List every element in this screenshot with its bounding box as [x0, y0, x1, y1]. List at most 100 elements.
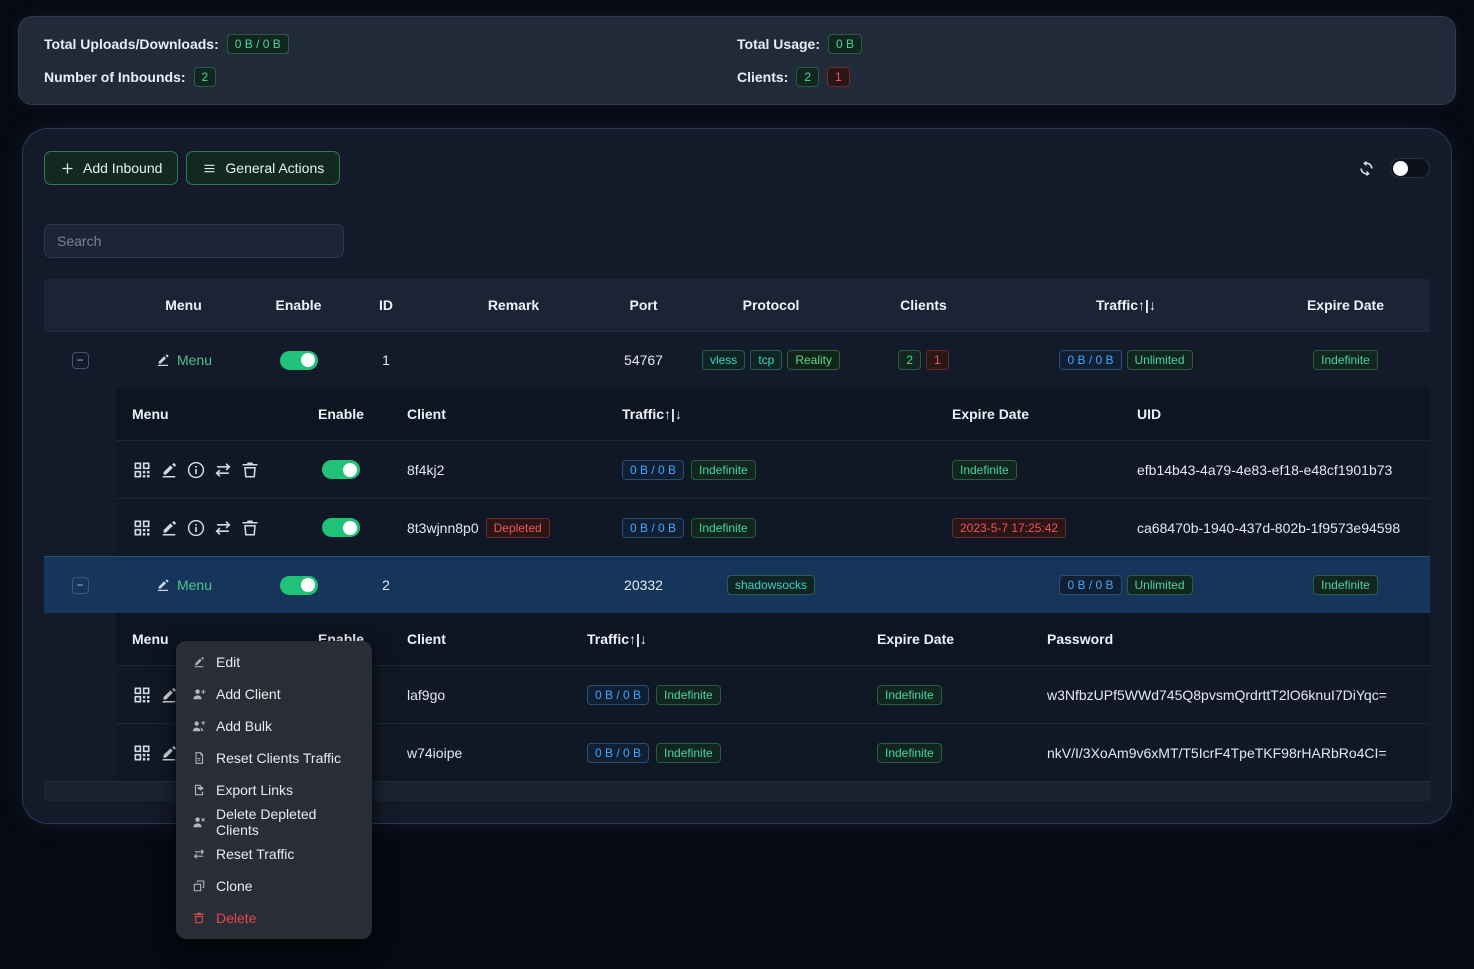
toggle-knob: [301, 353, 315, 367]
menu-item-reset-clients-traffic[interactable]: Reset Clients Traffic: [180, 742, 368, 774]
qr-code-icon[interactable]: [132, 460, 152, 480]
traffic-limit-badge: Unlimited: [1127, 575, 1193, 595]
menu-item-label: Add Client: [216, 686, 281, 702]
column-header-remark: Remark: [426, 297, 601, 313]
stat-uploads-value: 0 B / 0 B: [227, 34, 289, 54]
menu-item-label: Export Links: [216, 782, 293, 798]
client-traffic-limit-badge: Indefinite: [691, 460, 756, 480]
inbound-expire-cell: Indefinite: [1261, 575, 1430, 595]
client-uid: efb14b43-4a79-4e83-ef18-e48cf1901b73: [1121, 462, 1430, 478]
client-name: 8f4kj2: [391, 462, 606, 478]
theme-toggle[interactable]: [1390, 158, 1430, 178]
qr-code-icon[interactable]: [132, 518, 152, 538]
edit-client-icon[interactable]: [159, 518, 179, 538]
client-row: 8t3wjnn8p0 Depleted 0 B / 0 B Indefinite…: [116, 498, 1430, 556]
menu-item-edit[interactable]: Edit: [180, 646, 368, 678]
inbound-id: 2: [346, 577, 426, 593]
menu-item-delete-depleted-clients[interactable]: Delete Depleted Clients: [180, 806, 368, 838]
delete-client-icon[interactable]: [240, 518, 260, 538]
sub-column-traffic-sort[interactable]: Traffic↑|↓: [606, 406, 936, 422]
add-bulk-icon: [192, 719, 206, 733]
inbound-enable-toggle[interactable]: [280, 576, 318, 595]
delete-icon: [192, 911, 206, 925]
toggle-knob: [301, 578, 315, 592]
sub-column-traffic-sort[interactable]: Traffic↑|↓: [571, 631, 861, 647]
client-expire-badge: Indefinite: [877, 743, 942, 763]
column-header-expire-date: Expire Date: [1261, 297, 1430, 313]
client-traffic-badge: 0 B / 0 B: [622, 460, 684, 480]
inbound-enable-toggle[interactable]: [280, 351, 318, 370]
menu-item-delete[interactable]: Delete: [180, 902, 368, 934]
column-header-traffic-sort[interactable]: Traffic↑|↓: [991, 297, 1261, 313]
collapse-row-button[interactable]: −: [72, 352, 89, 369]
enable-cell: [251, 351, 346, 370]
inbound-context-menu: Edit Add Client Add Bulk Reset Clients T…: [176, 641, 372, 939]
reset-client-traffic-icon[interactable]: [213, 460, 233, 480]
reset-client-traffic-icon[interactable]: [213, 518, 233, 538]
client-expire-badge: Indefinite: [877, 685, 942, 705]
general-actions-button[interactable]: General Actions: [186, 151, 340, 185]
add-inbound-button[interactable]: Add Inbound: [44, 151, 178, 185]
menu-item-add-bulk[interactable]: Add Bulk: [180, 710, 368, 742]
search-input[interactable]: [44, 224, 344, 258]
delete-depleted-clients-icon: [192, 815, 206, 829]
menu-item-clone[interactable]: Clone: [180, 870, 368, 902]
sub-column-uid: UID: [1121, 406, 1430, 422]
refresh-icon[interactable]: [1357, 159, 1376, 178]
inbound-menu-label: Menu: [177, 352, 212, 368]
menu-cell: Menu: [116, 352, 251, 368]
stat-clients-active: 2: [796, 67, 819, 87]
sub-column-password: Password: [1031, 631, 1430, 647]
qr-code-icon[interactable]: [132, 685, 152, 705]
client-enable-toggle[interactable]: [322, 460, 360, 479]
menu-item-label: Delete Depleted Clients: [216, 806, 356, 838]
inbound-row-2: − Menu 2 20332 shadowsocks 0 B / 0 B Unl…: [44, 556, 1430, 613]
stat-total-usage: Total Usage: 0 B: [737, 31, 1430, 57]
inbound-port: 54767: [601, 352, 686, 368]
inbound-id: 1: [346, 352, 426, 368]
inbound-menu-button[interactable]: Menu: [155, 352, 212, 368]
expand-cell: −: [44, 352, 116, 369]
client-traffic-cell: 0 B / 0 B Indefinite: [571, 743, 861, 763]
client-enable-cell: [291, 460, 391, 479]
menu-item-add-client[interactable]: Add Client: [180, 678, 368, 710]
toolbar-right: [1357, 158, 1430, 178]
sub-column-expire: Expire Date: [861, 631, 1031, 647]
menu-item-reset-traffic[interactable]: Reset Traffic: [180, 838, 368, 870]
clients-table-header: Menu Enable Client Traffic↑|↓ Expire Dat…: [116, 388, 1430, 440]
client-expire-cell: Indefinite: [861, 743, 1031, 763]
client-info-icon[interactable]: [186, 460, 206, 480]
inbound-menu-button[interactable]: Menu: [155, 577, 212, 593]
toolbar: Add Inbound General Actions: [44, 151, 1430, 185]
stat-clients-depleted: 1: [827, 67, 850, 87]
edit-client-icon[interactable]: [159, 460, 179, 480]
qr-code-icon[interactable]: [132, 743, 152, 763]
stat-inbounds-label: Number of Inbounds:: [44, 69, 186, 85]
client-password: w3NfbzUPf5WWd745Q8pvsmQrdrttT2lO6knuI7Di…: [1031, 687, 1430, 703]
collapse-row-button[interactable]: −: [72, 577, 89, 594]
plus-icon: [60, 161, 75, 176]
client-traffic-badge: 0 B / 0 B: [587, 685, 649, 705]
protocol-tag-vless: vless: [702, 350, 745, 370]
delete-client-icon[interactable]: [240, 460, 260, 480]
clone-icon: [192, 879, 206, 893]
sub-column-client: Client: [391, 631, 571, 647]
client-expire-cell: Indefinite: [936, 460, 1121, 480]
traffic-badge: 0 B / 0 B: [1059, 350, 1121, 370]
theme-toggle-knob: [1393, 161, 1408, 176]
sub-column-client: Client: [391, 406, 606, 422]
client-info-icon[interactable]: [186, 518, 206, 538]
inbound-expire-cell: Indefinite: [1261, 350, 1430, 370]
traffic-badge: 0 B / 0 B: [1059, 575, 1121, 595]
inbound-protocol-tags: shadowsocks: [686, 575, 856, 595]
client-enable-toggle[interactable]: [322, 518, 360, 537]
menu-item-export-links[interactable]: Export Links: [180, 774, 368, 806]
expire-badge: Indefinite: [1313, 350, 1378, 370]
stat-clients: Clients: 2 1: [737, 64, 1430, 90]
menu-cell: Menu: [116, 577, 251, 593]
client-traffic-badge: 0 B / 0 B: [622, 518, 684, 538]
inbound-row-1: − Menu 1 54767 vless tcp Reality 2 1: [44, 331, 1430, 388]
stat-uploads-downloads: Total Uploads/Downloads: 0 B / 0 B: [44, 31, 737, 57]
stat-inbounds-value: 2: [194, 67, 217, 87]
client-traffic-limit-badge: Indefinite: [691, 518, 756, 538]
